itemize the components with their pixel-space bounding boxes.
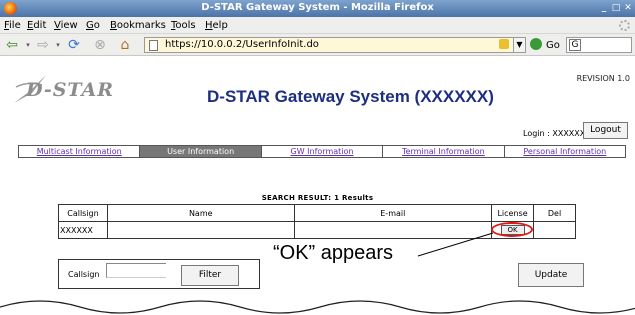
column-header-email: E-mail <box>293 204 493 222</box>
table-header-row: Callsign Name E-mail License Del <box>58 204 576 222</box>
throbber-icon <box>619 20 630 31</box>
cell-callsign[interactable]: XXXXXX <box>58 221 108 239</box>
cell-name <box>106 221 295 239</box>
search-engine-icon[interactable]: G <box>569 39 581 51</box>
close-icon[interactable]: ✕ <box>623 3 633 13</box>
revision-label: REVISION 1.0 <box>576 74 630 83</box>
url-dropdown-icon[interactable]: ▼ <box>513 37 526 53</box>
window-titlebar: D-STAR Gateway System - Mozilla Firefox … <box>0 0 635 17</box>
search-input[interactable]: G <box>566 37 632 53</box>
torn-edge-divider <box>0 300 635 314</box>
menu-view[interactable]: View <box>54 20 78 31</box>
column-header-name: Name <box>106 204 295 222</box>
logout-button[interactable]: Logout <box>583 122 628 139</box>
column-header-callsign: Callsign <box>58 204 108 222</box>
page-icon <box>149 40 158 51</box>
menu-tools[interactable]: Tools <box>171 20 196 31</box>
navigation-toolbar: ⇦ ▾ ⇨ ▾ ⟳ ⊗ ⌂ https://10.0.0.2/UserInfoI… <box>0 34 635 56</box>
url-text: https://10.0.0.2/UserInfoInit.do <box>165 39 319 50</box>
forward-icon[interactable]: ⇨ <box>35 37 51 53</box>
update-button[interactable]: Update <box>518 263 584 287</box>
login-status: Login : XXXXXX <box>523 129 586 138</box>
forward-dropdown-icon[interactable]: ▾ <box>54 37 62 53</box>
menu-file[interactable]: File <box>4 20 21 31</box>
tab-multicast-information[interactable]: Multicast Information <box>19 146 141 157</box>
dstar-logo: D-STAR <box>14 75 113 103</box>
menu-go[interactable]: Go <box>86 20 100 31</box>
menu-edit[interactable]: Edit <box>27 20 46 31</box>
annotation-text: “OK” appears <box>273 242 394 264</box>
main-tabs: Multicast Information User Information G… <box>18 145 626 158</box>
filter-callsign-label: Callsign <box>68 270 100 279</box>
page-content: D-STAR REVISION 1.0 D-STAR Gateway Syste… <box>0 57 635 315</box>
lock-icon[interactable] <box>499 39 509 49</box>
home-icon[interactable]: ⌂ <box>116 37 134 53</box>
stop-icon[interactable]: ⊗ <box>92 37 108 53</box>
search-result-caption: SEARCH RESULT: 1 Results <box>261 194 374 202</box>
tab-gw-information[interactable]: GW Information <box>262 146 384 157</box>
back-dropdown-icon[interactable]: ▾ <box>24 37 32 53</box>
go-button-label[interactable]: Go <box>546 40 560 51</box>
url-bar[interactable]: https://10.0.0.2/UserInfoInit.do <box>144 37 514 53</box>
ok-highlight-circle <box>491 222 533 237</box>
column-header-license: License <box>491 204 535 222</box>
filter-panel: Callsign Filter <box>58 259 260 289</box>
cell-email <box>293 221 493 239</box>
page-title: D-STAR Gateway System (XXXXXX) <box>207 87 494 106</box>
go-icon[interactable] <box>530 38 542 50</box>
tab-terminal-information[interactable]: Terminal Information <box>383 146 505 157</box>
cell-del[interactable] <box>533 221 576 239</box>
maximize-icon[interactable]: □ <box>611 3 621 13</box>
back-icon[interactable]: ⇦ <box>4 37 20 53</box>
reload-icon[interactable]: ⟳ <box>66 37 82 53</box>
menu-help[interactable]: Help <box>205 20 228 31</box>
column-header-del: Del <box>533 204 576 222</box>
menu-bar: File Edit View Go Bookmarks Tools Help <box>0 17 635 34</box>
tab-personal-information[interactable]: Personal Information <box>505 146 625 157</box>
tab-user-information[interactable]: User Information <box>140 146 262 157</box>
minimize-icon[interactable]: _ <box>599 3 609 13</box>
filter-button[interactable]: Filter <box>181 265 239 286</box>
callsign-filter-input[interactable] <box>106 263 166 278</box>
menu-bookmarks[interactable]: Bookmarks <box>110 20 166 31</box>
window-title: D-STAR Gateway System - Mozilla Firefox <box>201 2 434 13</box>
